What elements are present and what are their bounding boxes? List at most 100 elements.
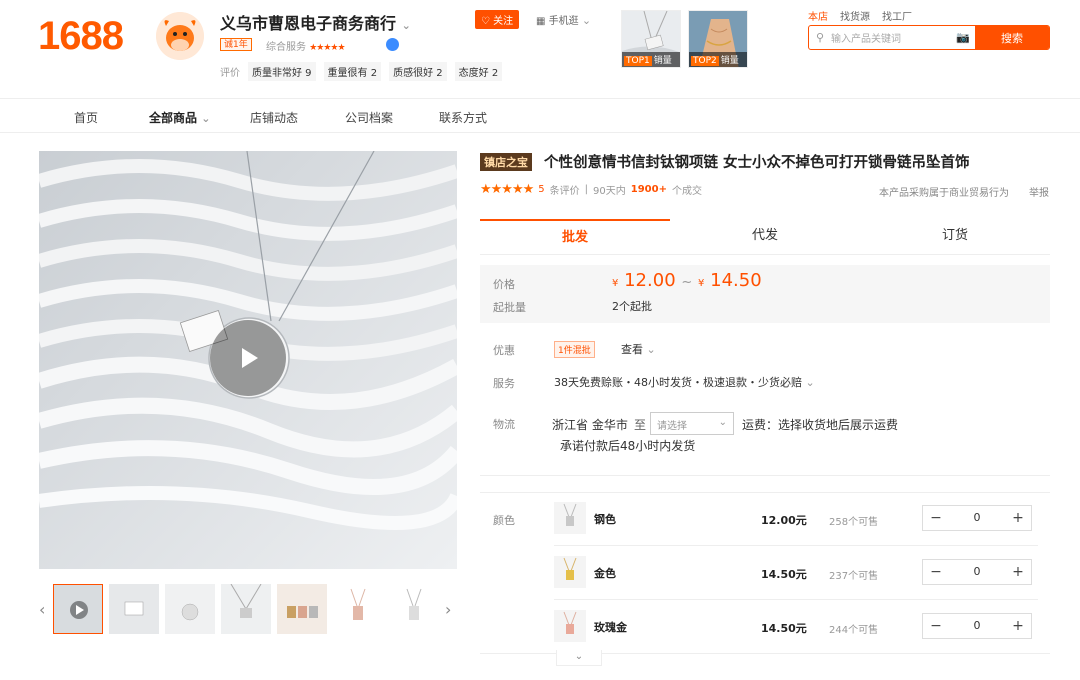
search-button[interactable]: 搜索 — [975, 26, 1049, 49]
quantity-input[interactable]: 0 — [949, 614, 1005, 638]
variant-thumbnail[interactable] — [554, 502, 586, 534]
shop-avatar[interactable] — [156, 12, 204, 60]
destination-placeholder: 请选择 — [657, 421, 687, 432]
review-label[interactable]: 条评价 — [550, 182, 580, 197]
variant-thumbnail[interactable] — [554, 610, 586, 642]
nav-company-profile[interactable]: 公司档案 — [345, 109, 393, 126]
variant-name: 金色 — [594, 567, 616, 580]
camera-icon[interactable]: 📷 — [951, 31, 975, 44]
minus-icon[interactable]: − — [923, 614, 949, 638]
quantity-stepper: − 0 + — [922, 505, 1032, 531]
top-product-1[interactable]: TOP1 销量 — [621, 10, 681, 68]
minus-icon[interactable]: − — [923, 506, 949, 530]
review-count[interactable]: 5 — [538, 184, 544, 195]
service-info[interactable]: 38天免费赊账・48小时发货・极速退款・少货必赔 ⌄ — [554, 374, 815, 390]
sales-count: 1900+ — [630, 184, 667, 195]
video-play-button[interactable] — [210, 320, 286, 396]
heart-icon: ♡ — [481, 16, 490, 27]
nav-all-products[interactable]: 全部商品 ⌄ — [149, 109, 210, 126]
minus-icon[interactable]: − — [923, 560, 949, 584]
plus-icon[interactable]: + — [1005, 506, 1031, 530]
scope-tab-source[interactable]: 找货源 — [840, 8, 870, 23]
mobile-browse-button[interactable]: ▦ 手机逛 ⌄ — [536, 12, 591, 27]
chevron-down-icon[interactable]: ⌄ — [402, 19, 411, 32]
product-title: 个性创意情书信封钛钢项链 女士小众不掉色可打开锁骨链吊坠首饰 — [544, 154, 970, 171]
thumbnail-image[interactable] — [221, 584, 271, 634]
promo-view-button[interactable]: 查看 ⌄ — [621, 341, 656, 357]
nav-shop-news[interactable]: 店铺动态 — [250, 109, 298, 126]
tab-wholesale[interactable]: 批发 — [480, 219, 670, 255]
nav-home[interactable]: 首页 — [74, 109, 98, 126]
sales-period: 90天内 — [593, 186, 626, 197]
thumbnail-image[interactable] — [333, 584, 383, 634]
report-link[interactable]: 举报 — [1029, 184, 1049, 199]
chevron-down-icon: ⌄ — [805, 376, 815, 389]
search-input[interactable]: 输入产品关键词 — [831, 30, 951, 45]
verified-icon — [386, 38, 399, 51]
eval-tag[interactable]: 质量非常好 9 — [248, 62, 316, 81]
purchase-tabs: 批发 代发 订货 — [480, 219, 1050, 255]
price-box — [480, 265, 1050, 323]
plus-icon[interactable]: + — [1005, 560, 1031, 584]
variant-row: 玫瑰金 14.50元 244个可售 − 0 + — [554, 600, 1038, 654]
thumbnail-image[interactable] — [109, 584, 159, 634]
freight-info: 运费：选择收货地后展示运费 — [742, 418, 899, 432]
shop-name-text: 义乌市曹恩电子商务商行 — [220, 14, 397, 33]
scope-tab-shop[interactable]: 本店 — [808, 8, 828, 23]
promo-tag: 1件混批 — [554, 341, 595, 358]
moq-label: 起批量 — [493, 301, 526, 314]
plus-icon[interactable]: + — [1005, 614, 1031, 638]
thumbnail-image[interactable] — [165, 584, 215, 634]
logistics-label: 物流 — [493, 418, 515, 431]
price-range: ¥ 12.00 ~ ¥ 14.50 — [612, 270, 762, 291]
eval-tag[interactable]: 态度好 2 — [454, 62, 503, 81]
chevron-left-icon[interactable]: ‹ — [39, 600, 45, 619]
eval-tag[interactable]: 重量很有 2 — [323, 62, 382, 81]
top-product-2[interactable]: TOP2 销量 — [688, 10, 748, 68]
quantity-input[interactable]: 0 — [949, 506, 1005, 530]
color-label: 颜色 — [493, 514, 515, 527]
origin-location: 浙江省 金华市 — [552, 418, 628, 432]
quantity-stepper: − 0 + — [922, 613, 1032, 639]
thumbnail-video[interactable] — [53, 584, 103, 634]
cow-mascot-icon — [156, 12, 204, 60]
service-text: 38天免费赊账・48小时发货・极速退款・少货必赔 — [554, 376, 802, 389]
chevron-down-icon: ⌄ — [646, 343, 656, 356]
thumbnail-strip: ‹ › — [39, 584, 457, 636]
quantity-input[interactable]: 0 — [949, 560, 1005, 584]
expand-variants-button[interactable]: ⌄ — [556, 650, 602, 666]
variant-stock: 237个可售 — [829, 571, 879, 582]
eval-tag[interactable]: 质感很好 2 — [389, 62, 447, 81]
chevron-right-icon[interactable]: › — [445, 600, 451, 619]
price-low: 12.00 — [624, 270, 676, 291]
top-rank-label: TOP1 销量 — [622, 52, 680, 67]
follow-button[interactable]: ♡ 关注 — [475, 10, 520, 29]
price-high: 14.50 — [710, 270, 762, 291]
shop-navbar: 首页 全部商品 ⌄ 店铺动态 公司档案 联系方式 — [0, 98, 1080, 133]
tab-order[interactable]: 订货 — [860, 219, 1050, 255]
site-logo[interactable]: 1688 — [38, 14, 124, 59]
variant-row: 金色 14.50元 237个可售 − 0 + — [554, 546, 1038, 600]
featured-badge: 镇店之宝 — [480, 153, 532, 171]
chevron-down-icon: ⌄ — [581, 14, 592, 27]
destination-select[interactable]: 请选择 ⌄ — [650, 412, 734, 435]
shop-name[interactable]: 义乌市曹恩电子商务商行 ⌄ — [220, 10, 411, 34]
thumbnail-image[interactable] — [389, 584, 439, 634]
qr-code-icon: ▦ — [536, 16, 546, 27]
variant-name: 玫瑰金 — [594, 621, 627, 634]
chevron-down-icon: ⌄ — [574, 651, 584, 662]
variant-stock: 244个可售 — [829, 625, 879, 636]
scope-tab-factory[interactable]: 找工厂 — [882, 8, 912, 23]
variant-name: 钢色 — [594, 513, 616, 526]
rating-stars: ★★★★★ — [480, 182, 534, 197]
nav-contact[interactable]: 联系方式 — [439, 109, 487, 126]
variant-thumbnail[interactable] — [554, 556, 586, 588]
price-label: 价格 — [493, 278, 515, 291]
promo-label: 优惠 — [493, 344, 515, 357]
mobile-label: 手机逛 — [548, 16, 579, 27]
tab-dropship[interactable]: 代发 — [670, 219, 860, 255]
variant-row: 钢色 12.00元 258个可售 − 0 + — [554, 492, 1038, 546]
thumbnail-image[interactable] — [277, 584, 327, 634]
sales-label: 个成交 — [671, 186, 702, 197]
promo-view-label: 查看 — [621, 343, 643, 356]
